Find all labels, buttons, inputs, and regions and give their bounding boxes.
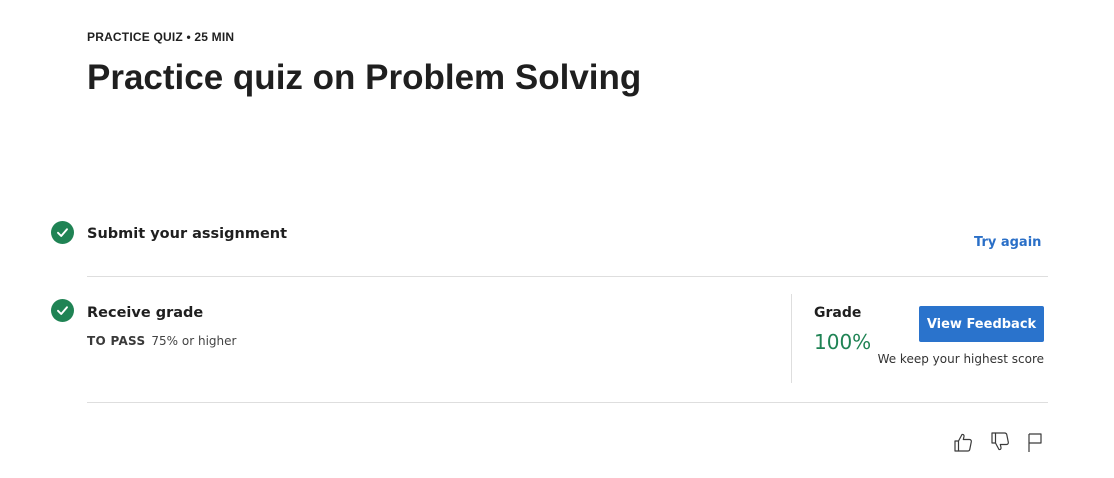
- view-feedback-button[interactable]: View Feedback: [919, 306, 1044, 342]
- page-title: Practice quiz on Problem Solving: [87, 58, 642, 97]
- pass-requirement: TO PASS 75% or higher: [87, 334, 236, 348]
- step-receive-grade-title: Receive grade: [87, 305, 204, 321]
- pass-label: TO PASS: [87, 334, 146, 348]
- quiz-meta: PRACTICE QUIZ • 25 MIN: [87, 30, 235, 44]
- divider: [87, 276, 1048, 277]
- highest-score-note: We keep your highest score: [877, 352, 1044, 366]
- check-circle-icon: [51, 221, 74, 244]
- try-again-link[interactable]: Try again: [974, 235, 1041, 250]
- thumbs-up-icon[interactable]: [951, 430, 975, 454]
- flag-icon[interactable]: [1023, 430, 1047, 454]
- thumbs-down-icon[interactable]: [988, 430, 1012, 454]
- vertical-divider: [791, 294, 792, 383]
- divider: [87, 402, 1048, 403]
- grade-label: Grade: [814, 305, 862, 321]
- grade-value: 100%: [814, 330, 872, 354]
- pass-value: 75% or higher: [151, 334, 237, 348]
- quiz-page: PRACTICE QUIZ • 25 MIN Practice quiz on …: [0, 0, 1114, 478]
- step-submit-title: Submit your assignment: [87, 226, 288, 242]
- check-circle-icon: [51, 299, 74, 322]
